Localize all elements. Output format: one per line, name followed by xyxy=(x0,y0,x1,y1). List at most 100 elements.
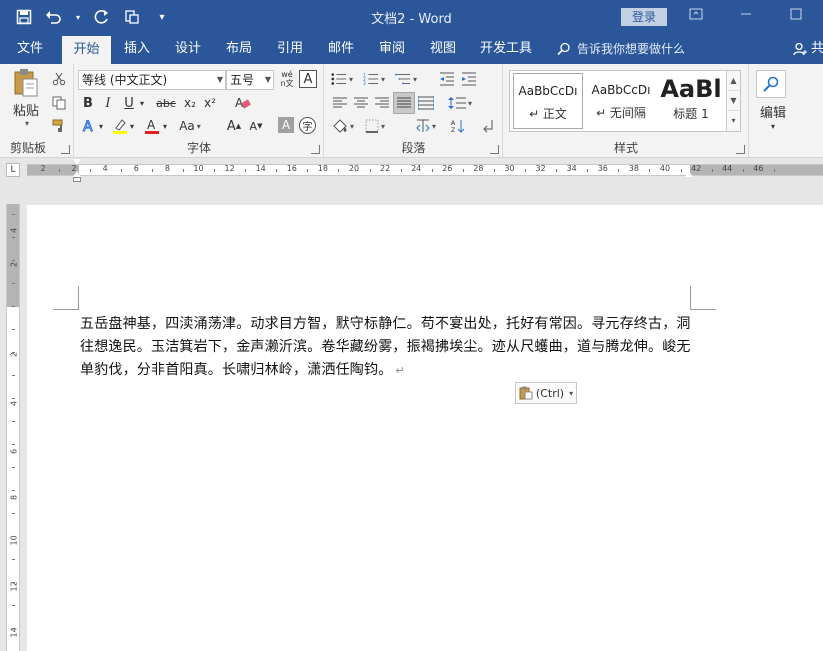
gallery-more-icon[interactable]: ▾ xyxy=(727,111,740,131)
align-right-icon[interactable] xyxy=(373,94,391,112)
touch-mode-icon[interactable] xyxy=(122,7,142,27)
ruler-number: 38 xyxy=(628,164,639,173)
login-button[interactable]: 登录 xyxy=(621,8,667,26)
bullets-icon[interactable]: ▾ xyxy=(331,70,353,88)
font-color-dropdown-icon[interactable]: ▾ xyxy=(161,117,169,135)
text-effects-dropdown-icon[interactable]: ▾ xyxy=(97,117,105,135)
underline-button[interactable]: U xyxy=(121,94,137,112)
grow-font-button[interactable]: A ▲ xyxy=(225,117,243,135)
vertical-ruler[interactable]: 4 2 2 4 6 8 10 12 14 xyxy=(6,204,20,651)
right-indent-marker[interactable] xyxy=(685,171,693,177)
decrease-indent-icon[interactable] xyxy=(437,70,457,88)
highlight-dropdown-icon[interactable]: ▾ xyxy=(128,117,136,135)
ruler-number: 14 xyxy=(255,164,266,173)
copy-icon[interactable] xyxy=(50,94,68,112)
tab-insert[interactable]: 插入 xyxy=(113,34,161,64)
tab-design[interactable]: 设计 xyxy=(164,34,212,64)
tab-view[interactable]: 视图 xyxy=(419,34,467,64)
find-icon[interactable] xyxy=(756,70,786,98)
lightbulb-search-icon xyxy=(557,42,570,56)
horizontal-ruler[interactable]: 2 2 4 6 8 10 12 14 16 18 20 22 24 26 28 30 32 34 36 38 40 42 4… xyxy=(27,164,823,176)
maximize-icon[interactable] xyxy=(788,8,804,24)
left-indent-marker[interactable] xyxy=(73,177,81,182)
strikethrough-button[interactable]: abc xyxy=(155,94,177,112)
format-painter-icon[interactable] xyxy=(50,117,68,135)
phonetic-guide-button[interactable]: wén文 xyxy=(278,68,296,90)
undo-dropdown-icon[interactable]: ▾ xyxy=(74,7,82,27)
highlight-color-icon[interactable] xyxy=(111,117,129,135)
text-effects-icon[interactable]: A xyxy=(80,117,98,135)
save-icon[interactable] xyxy=(14,7,34,27)
ruler-number: 2 xyxy=(9,351,19,358)
minimize-icon[interactable] xyxy=(738,8,754,24)
numbering-icon[interactable]: 123 ▾ xyxy=(363,70,385,88)
font-size-select[interactable]: 五号 ▼ xyxy=(226,70,274,90)
borders-icon[interactable]: ▾ xyxy=(362,117,388,135)
style-no-spacing[interactable]: AaBbCcDı ↵ 无间隔 xyxy=(586,73,656,129)
shading-icon[interactable]: ▾ xyxy=(330,117,356,135)
change-case-button[interactable]: Aa ▾ xyxy=(179,117,201,135)
paragraph-launcher-icon[interactable] xyxy=(490,145,499,154)
svg-text:A: A xyxy=(147,118,156,132)
tab-home[interactable]: 开始 xyxy=(62,36,111,64)
gallery-down-icon[interactable]: ▼ xyxy=(727,91,740,111)
clipboard-launcher-icon[interactable] xyxy=(61,145,70,154)
ruler-tick xyxy=(338,169,340,172)
enclose-characters-button[interactable]: 字 xyxy=(299,117,316,134)
ribbon-display-options-icon[interactable] xyxy=(688,8,704,24)
sort-icon[interactable]: AZ xyxy=(447,117,469,135)
document-page[interactable]: 五岳盘神基，四渎涌荡津。动求目方智，默守标静仁。苟不宴出处，托好有常因。寻元存终… xyxy=(27,205,823,651)
superscript-button[interactable]: x² xyxy=(202,94,218,112)
increase-indent-icon[interactable] xyxy=(459,70,479,88)
font-group-label: 字体 xyxy=(186,141,211,155)
cut-icon[interactable] xyxy=(50,70,68,88)
justify-icon[interactable] xyxy=(393,92,415,114)
line-spacing-icon[interactable]: ▾ xyxy=(447,94,473,112)
style-normal[interactable]: AaBbCcDı ↵ 正文 xyxy=(513,73,583,129)
shrink-font-button[interactable]: A ▼ xyxy=(247,117,265,135)
customize-qat-icon[interactable]: ▾ xyxy=(152,7,172,27)
document-body[interactable]: 五岳盘神基，四渎涌荡津。动求目方智，默守标静仁。苟不宴出处，托好有常因。寻元存终… xyxy=(80,313,700,382)
gallery-up-icon[interactable]: ▲ xyxy=(727,71,740,91)
character-shading-button[interactable]: A xyxy=(278,117,294,133)
align-left-icon[interactable] xyxy=(331,94,349,112)
tell-me-text: 告诉我你想要做什么 xyxy=(577,42,686,56)
style-heading-1[interactable]: AaBl 标题 1 xyxy=(658,73,724,129)
first-line-indent-marker[interactable] xyxy=(73,159,81,165)
tab-mailings[interactable]: 邮件 xyxy=(317,34,365,64)
ruler-tick xyxy=(525,169,527,172)
editing-label[interactable]: 编辑 xyxy=(750,102,796,121)
document-paragraph[interactable]: 五岳盘神基，四渎涌荡津。动求目方智，默守标静仁。苟不宴出处，托好有常因。寻元存终… xyxy=(80,316,691,378)
subscript-button[interactable]: x₂ xyxy=(182,94,198,112)
paste-options-button[interactable]: (Ctrl) ▾ xyxy=(515,382,577,404)
redo-icon[interactable] xyxy=(92,7,112,27)
align-center-icon[interactable] xyxy=(352,94,370,112)
tab-review[interactable]: 审阅 xyxy=(368,34,416,64)
tell-me-box[interactable]: 告诉我你想要做什么 xyxy=(557,34,685,64)
distributed-icon[interactable] xyxy=(417,94,435,112)
tab-file[interactable]: 文件 xyxy=(0,34,60,64)
font-launcher-icon[interactable] xyxy=(311,145,320,154)
font-name-select[interactable]: 等线 (中文正文) ▼ xyxy=(78,70,226,90)
font-color-icon[interactable]: A xyxy=(143,117,161,135)
underline-dropdown-icon[interactable]: ▾ xyxy=(138,94,146,112)
chinese-layout-icon[interactable]: ▾ xyxy=(415,117,437,135)
editing-dropdown-icon[interactable]: ▾ xyxy=(750,120,796,132)
undo-icon[interactable] xyxy=(44,7,64,27)
styles-launcher-icon[interactable] xyxy=(736,145,745,154)
italic-button[interactable]: I xyxy=(100,94,116,112)
clear-formatting-icon[interactable]: A xyxy=(233,94,253,112)
tab-references[interactable]: 引用 xyxy=(266,34,314,64)
tab-selector-icon[interactable]: L xyxy=(6,163,20,177)
paste-button[interactable]: 粘贴 ▾ xyxy=(6,68,46,128)
ruler-number: 36 xyxy=(597,164,608,173)
ruler-tick xyxy=(12,467,15,468)
tab-layout[interactable]: 布局 xyxy=(215,34,263,64)
tab-developer[interactable]: 开发工具 xyxy=(472,34,540,64)
show-marks-icon[interactable] xyxy=(479,117,497,135)
character-border-button[interactable]: A xyxy=(299,70,317,88)
multilevel-list-icon[interactable]: ▾ xyxy=(395,70,417,88)
bold-button[interactable]: B xyxy=(80,94,96,112)
share-button[interactable]: 共 xyxy=(793,34,823,64)
ruler-tick xyxy=(556,169,558,172)
